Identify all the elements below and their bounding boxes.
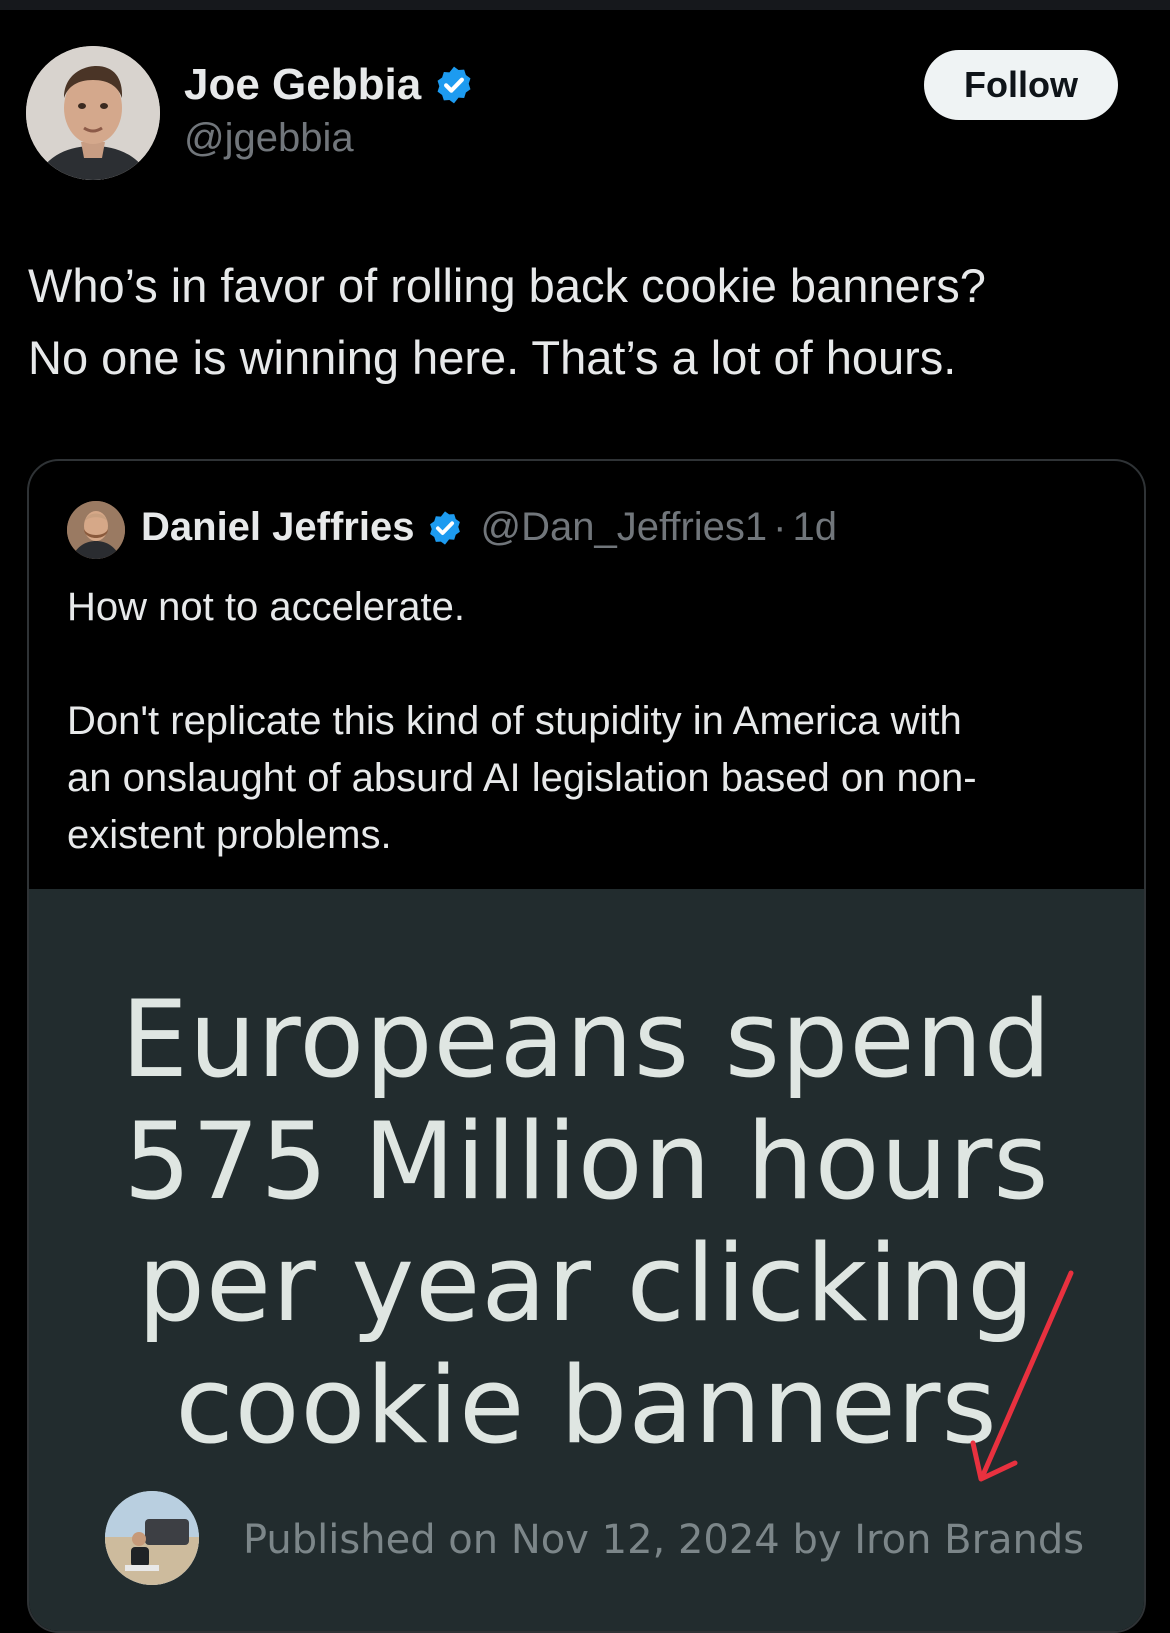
quote-text-line: an onslaught of absurd AI legislation ba… — [67, 756, 977, 800]
published-info: Published on Nov 12, 2024 by Iron Brands — [243, 1517, 1085, 1563]
publisher-avatar — [105, 1491, 199, 1585]
author-name-row[interactable]: Joe Gebbia — [184, 60, 475, 110]
quoted-tweet-card[interactable]: Daniel Jeffries @Dan_Jeffries1 · 1d How … — [27, 459, 1146, 1633]
red-arrow-icon — [970, 1270, 1074, 1482]
follow-button[interactable]: Follow — [924, 50, 1118, 120]
author-avatar[interactable] — [26, 46, 160, 180]
quote-header: Daniel Jeffries @Dan_Jeffries1 · 1d — [141, 505, 837, 550]
quote-author-avatar[interactable] — [67, 501, 125, 559]
headline-line: 575 Million hours — [123, 1100, 1050, 1223]
quote-media-image[interactable]: Europeans spend 575 Million hours per ye… — [29, 889, 1144, 1631]
quote-text: How not to accelerate. Don't replicate t… — [67, 579, 1127, 864]
headline-line: Europeans spend — [120, 978, 1052, 1101]
tweet-text-line: No one is winning here. That’s a lot of … — [28, 331, 957, 384]
quote-text-line: How not to accelerate. — [67, 585, 465, 629]
quote-author-name[interactable]: Daniel Jeffries — [141, 505, 414, 550]
separator-dot: · — [773, 505, 787, 549]
top-strip — [0, 0, 1170, 10]
verified-badge-icon — [426, 509, 464, 547]
tweet-text-line: Who’s in favor of rolling back cookie ba… — [28, 259, 986, 312]
quote-author-handle[interactable]: @Dan_Jeffries1 — [480, 505, 767, 550]
verified-badge-icon — [433, 64, 475, 106]
tweet-text: Who’s in favor of rolling back cookie ba… — [28, 250, 1138, 394]
author-name[interactable]: Joe Gebbia — [184, 60, 421, 110]
quote-timestamp[interactable]: 1d — [792, 505, 837, 550]
quote-text-line: existent problems. — [67, 813, 392, 857]
author-handle[interactable]: @jgebbia — [184, 116, 354, 161]
quote-text-line: Don't replicate this kind of stupidity i… — [67, 699, 962, 743]
quote-text-line — [67, 636, 1127, 693]
